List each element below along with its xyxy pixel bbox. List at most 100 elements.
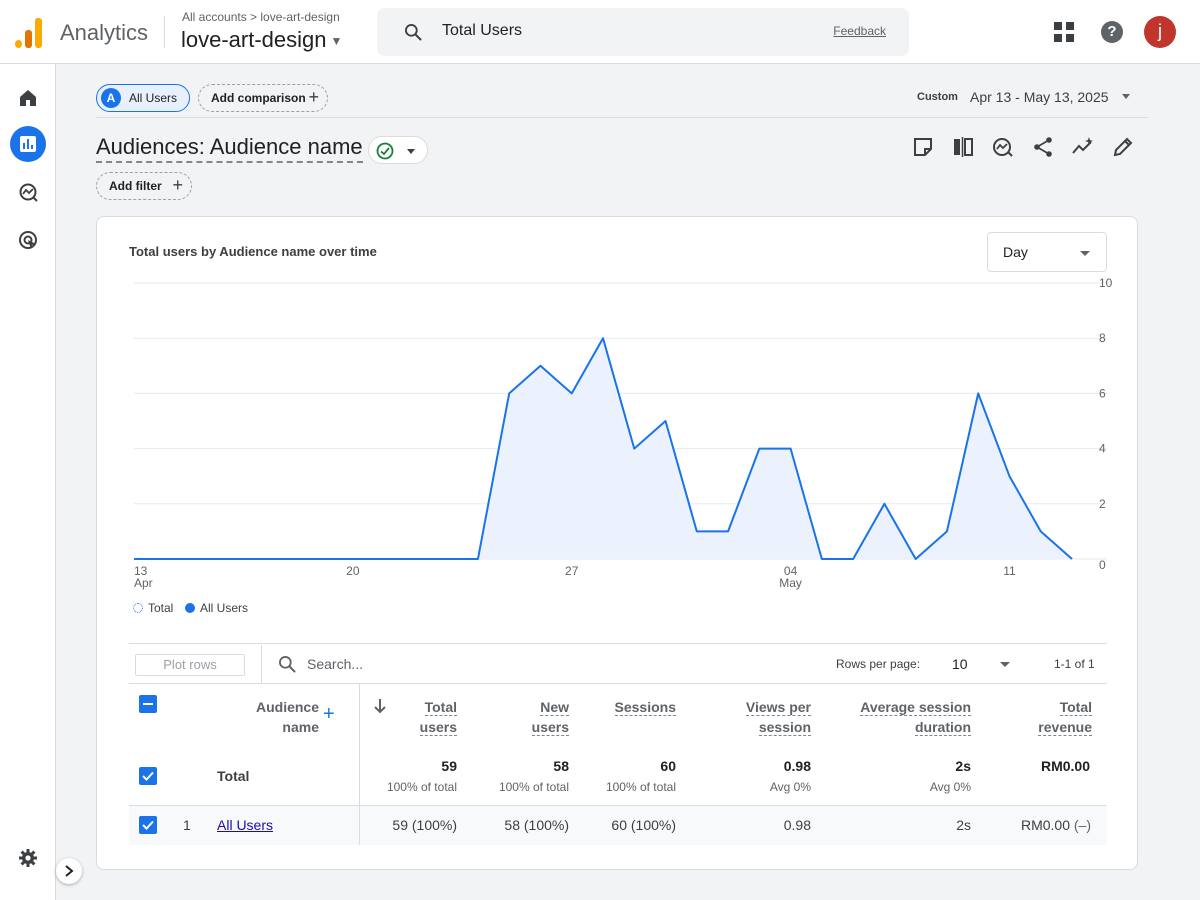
column-header-new-users[interactable]: New users <box>497 697 569 737</box>
row-revenue-value: RM0.00 <box>1020 817 1070 833</box>
caret-down-icon: ▼ <box>330 34 343 49</box>
divider <box>129 643 1107 644</box>
row-audience-link[interactable]: All Users <box>217 817 273 833</box>
header-line: Sessions <box>614 699 676 716</box>
nav-reports[interactable] <box>10 126 46 162</box>
new-users-total-sub: 100% of total <box>498 780 569 794</box>
select-all-checkbox[interactable] <box>139 695 157 713</box>
chevron-right-icon <box>65 865 74 877</box>
divider <box>96 117 1148 118</box>
home-icon <box>20 90 36 106</box>
segment-chip-all-users[interactable]: A All Users <box>96 84 190 112</box>
header-line: Average session <box>860 699 971 716</box>
date-range-picker[interactable]: Apr 13 - May 13, 2025 <box>970 89 1109 105</box>
divider <box>261 645 262 683</box>
check-icon <box>142 820 154 830</box>
row-index: 1 <box>183 817 191 833</box>
apps-grid-icon[interactable] <box>1054 22 1074 42</box>
property-selector[interactable]: love-art-design ▼ <box>181 27 342 53</box>
header-line: users <box>531 719 569 736</box>
nav-advertising[interactable] <box>10 222 46 258</box>
total-row-label: Total <box>217 768 250 784</box>
edit-pencil-icon[interactable] <box>1112 136 1136 160</box>
add-comparison-label: Add comparison <box>211 91 306 105</box>
nav-home[interactable] <box>10 80 46 116</box>
row-avg-duration: 2s <box>956 817 971 833</box>
help-icon[interactable]: ? <box>1101 21 1123 43</box>
pagination-label: 1-1 of 1 <box>1054 657 1095 671</box>
revenue-total: RM0.00 <box>1040 758 1090 774</box>
column-header-audience-name[interactable]: Audience name <box>247 697 319 737</box>
app-name: Analytics <box>60 20 149 45</box>
avatar[interactable]: j <box>1144 16 1176 48</box>
add-filter-button[interactable]: Add filter + <box>96 172 192 200</box>
trend-sparkle-icon[interactable] <box>1072 136 1096 160</box>
total-row-checkbox[interactable] <box>139 767 157 785</box>
caret-down-icon[interactable] <box>1122 94 1130 99</box>
search-icon <box>279 656 296 673</box>
row-sessions: 60 (100%) <box>611 817 676 833</box>
row-total-users: 59 (100%) <box>392 817 457 833</box>
property-name: love-art-design <box>181 27 327 52</box>
plot-rows-button[interactable]: Plot rows <box>135 654 245 676</box>
nav-explore[interactable] <box>10 174 46 210</box>
caret-down-icon[interactable] <box>1000 662 1010 667</box>
header-line: Total <box>424 699 457 716</box>
dotted-circle-icon <box>133 603 143 613</box>
rows-per-page-label: Rows per page: <box>836 657 921 671</box>
x-tick-label: 27 <box>565 564 579 578</box>
page-title[interactable]: Audiences: Audience name <box>96 134 363 163</box>
header-line: Audience <box>255 699 319 715</box>
legend-label: Total <box>148 601 174 615</box>
column-header-sessions[interactable]: Sessions <box>587 697 676 717</box>
add-filter-label: Add filter <box>109 179 162 193</box>
note-icon[interactable] <box>912 136 936 160</box>
minus-icon <box>143 703 153 705</box>
line-chart[interactable]: 024681013Apr20 27 04May11 <box>97 217 1137 597</box>
check-circle-icon <box>376 142 394 160</box>
y-tick-label: 4 <box>1099 442 1106 456</box>
search-bar[interactable]: Total Users Feedback <box>377 8 909 56</box>
table-search-input[interactable]: Search... <box>307 656 363 672</box>
caret-down-icon <box>407 149 415 154</box>
row-checkbox[interactable] <box>139 816 157 834</box>
column-header-total-revenue[interactable]: Total revenue <box>997 697 1092 737</box>
column-header-average-session-duration[interactable]: Average session duration <box>837 697 971 737</box>
rows-per-page-select[interactable]: 10 <box>952 656 968 672</box>
search-query: Total Users <box>442 22 523 39</box>
feedback-link[interactable]: Feedback <box>833 24 886 38</box>
legend-item-total[interactable]: Total <box>133 601 173 615</box>
add-comparison-button[interactable]: Add comparison + <box>198 84 328 112</box>
side-nav <box>0 64 56 900</box>
total-users-total-sub: 100% of total <box>386 780 457 794</box>
segment-label: All Users <box>129 91 178 105</box>
compare-columns-icon[interactable] <box>952 136 976 160</box>
account-breadcrumb[interactable]: All accounts > love-art-design <box>182 10 340 24</box>
analytics-logo[interactable] <box>14 16 44 48</box>
check-icon <box>142 771 154 781</box>
sessions-total-sub: 100% of total <box>605 780 676 794</box>
report-status-button[interactable] <box>368 136 428 164</box>
header-line: duration <box>915 719 971 736</box>
expand-nav-button[interactable] <box>56 858 82 884</box>
row-new-users: 58 (100%) <box>504 817 569 833</box>
gear-icon <box>19 849 37 867</box>
sort-arrow-down-icon[interactable] <box>373 698 387 719</box>
new-users-total: 58 <box>553 758 569 774</box>
add-dimension-plus-icon[interactable]: + <box>323 703 335 726</box>
plus-icon: + <box>308 87 319 107</box>
row-revenue: RM0.00 (–) <box>967 817 1091 833</box>
insights-icon[interactable] <box>992 136 1016 160</box>
legend-item-all-users[interactable]: All Users <box>185 601 248 615</box>
header-line: Views per <box>745 699 811 716</box>
column-header-total-users[interactable]: Total users <box>387 697 457 737</box>
column-header-views-per-session[interactable]: Views per session <box>717 697 811 737</box>
nav-admin[interactable] <box>10 840 46 876</box>
sessions-total: 60 <box>660 758 676 774</box>
date-custom-badge: Custom <box>913 89 962 105</box>
header-line: users <box>419 719 457 736</box>
divider <box>129 683 1107 684</box>
search-icon <box>405 24 422 41</box>
bar-chart-icon <box>20 136 36 152</box>
share-icon[interactable] <box>1032 136 1056 160</box>
